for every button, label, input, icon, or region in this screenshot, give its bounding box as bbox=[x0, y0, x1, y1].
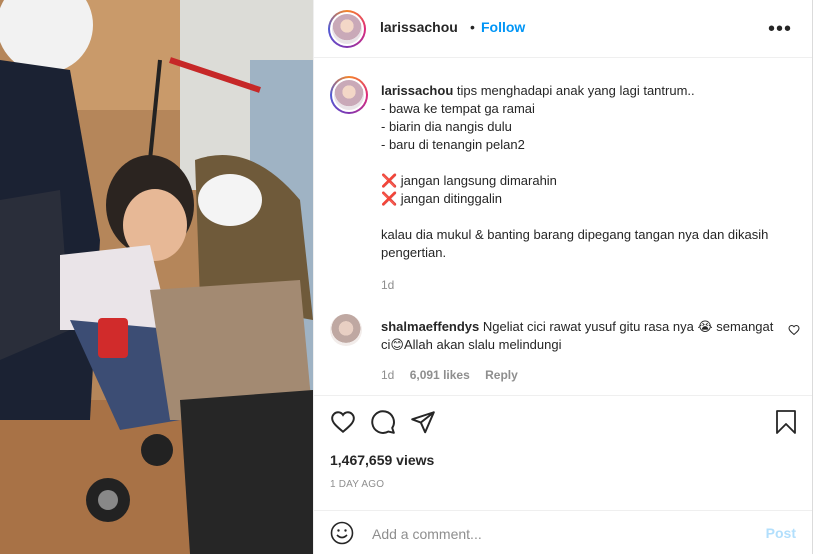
caption-timestamp[interactable]: 1d bbox=[381, 278, 394, 292]
caption-avatar-photo bbox=[334, 80, 364, 110]
heart-icon[interactable] bbox=[330, 409, 356, 435]
reply-button[interactable]: Reply bbox=[485, 368, 518, 382]
caption-text: tips menghadapi anak yang lagi tantrum..… bbox=[381, 83, 769, 260]
add-comment-input[interactable] bbox=[370, 519, 754, 549]
comment-bubble-icon[interactable] bbox=[370, 409, 396, 435]
post-video-frame bbox=[0, 0, 313, 554]
smiley-icon[interactable] bbox=[330, 521, 354, 545]
comment-body: shalmaeffendys Ngeliat cici rawat yusuf … bbox=[381, 318, 781, 354]
author-username[interactable]: larissachou bbox=[380, 19, 458, 35]
post-header: larissachou • Follow ••• bbox=[314, 0, 812, 58]
comment-meta: 1d 6,091 likes Reply bbox=[381, 368, 530, 382]
comment-likes[interactable]: 6,091 likes bbox=[410, 368, 470, 382]
post-date[interactable]: 1 DAY AGO bbox=[330, 479, 384, 490]
caption-body: larissachou tips menghadapi anak yang la… bbox=[381, 82, 781, 262]
view-count[interactable]: 1,467,659 views bbox=[330, 452, 434, 468]
caption-avatar[interactable] bbox=[330, 76, 368, 114]
header-separator: • bbox=[470, 19, 475, 35]
comment-like-heart-icon[interactable] bbox=[788, 324, 800, 336]
comment-composer: Post bbox=[314, 510, 812, 554]
comment-timestamp[interactable]: 1d bbox=[381, 368, 394, 382]
post-details-panel: larissachou • Follow ••• larissachou tip… bbox=[313, 0, 813, 554]
more-options-icon[interactable]: ••• bbox=[768, 18, 792, 41]
follow-button[interactable]: Follow bbox=[481, 19, 525, 35]
commenter-avatar[interactable] bbox=[330, 314, 362, 346]
action-bar bbox=[314, 395, 812, 452]
paper-plane-icon[interactable] bbox=[410, 409, 436, 435]
author-avatar-photo bbox=[332, 14, 362, 44]
post-comment-button[interactable]: Post bbox=[766, 525, 796, 541]
bookmark-icon[interactable] bbox=[774, 409, 798, 435]
caption-username[interactable]: larissachou bbox=[381, 83, 453, 98]
post-media[interactable] bbox=[0, 0, 313, 554]
author-avatar[interactable] bbox=[328, 10, 366, 48]
commenter-username[interactable]: shalmaeffendys bbox=[381, 319, 479, 334]
